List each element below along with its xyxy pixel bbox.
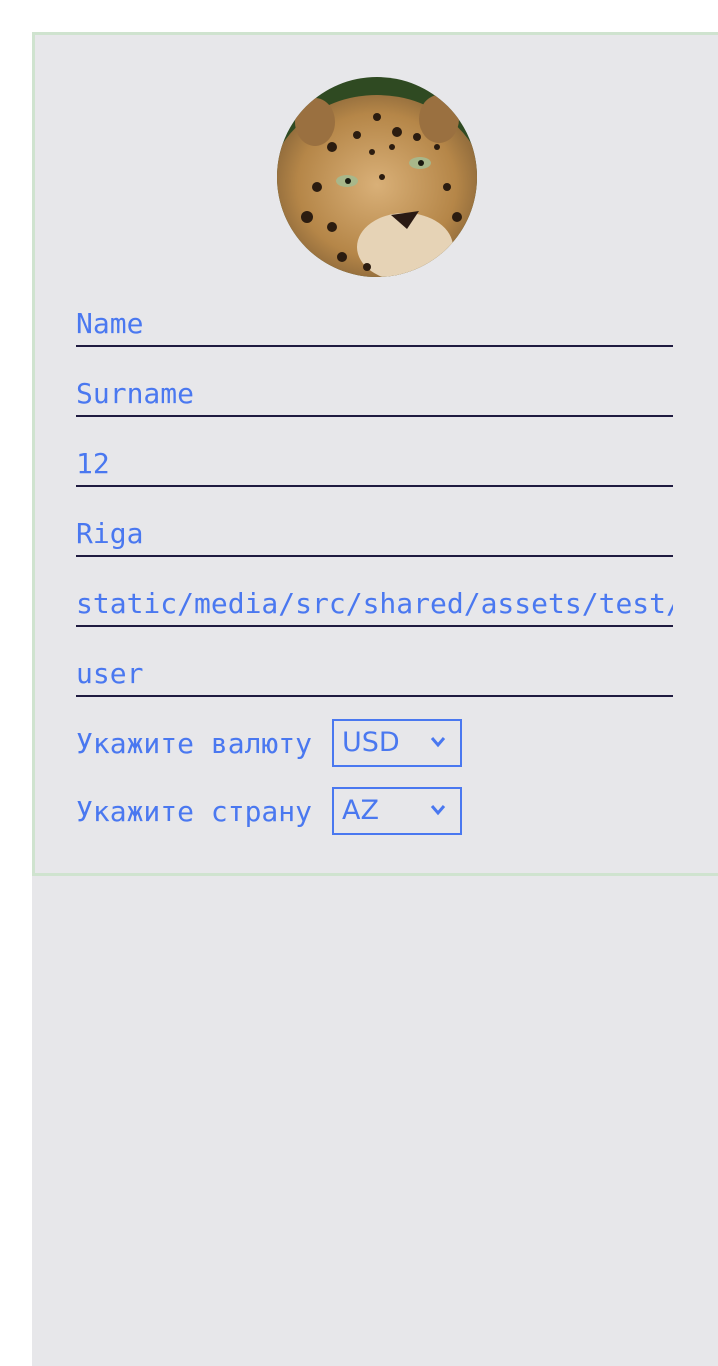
chevron-down-icon: [430, 737, 446, 748]
profile-card: Укажите валюту USD Укажите страну AZ: [32, 32, 718, 876]
age-field[interactable]: [76, 445, 673, 487]
name-field[interactable]: [76, 305, 673, 347]
country-select[interactable]: AZ: [332, 787, 462, 835]
country-selected-value: AZ: [342, 795, 379, 826]
username-input[interactable]: [76, 657, 673, 691]
chevron-down-icon: [430, 805, 446, 816]
name-input[interactable]: [76, 307, 673, 341]
city-field[interactable]: [76, 515, 673, 557]
avatar: [277, 77, 477, 277]
age-input[interactable]: [76, 447, 673, 481]
currency-label: Укажите валюту: [76, 726, 313, 760]
currency-select[interactable]: USD: [332, 719, 462, 767]
username-field[interactable]: [76, 655, 673, 697]
city-input[interactable]: [76, 517, 673, 551]
surname-input[interactable]: [76, 377, 673, 411]
currency-row: Укажите валюту USD: [76, 719, 462, 767]
surname-field[interactable]: [76, 375, 673, 417]
avatar-path-input[interactable]: [76, 587, 673, 621]
page-background: Укажите валюту USD Укажите страну AZ: [32, 32, 718, 1366]
avatar-path-field[interactable]: [76, 585, 673, 627]
country-label: Укажите страну: [76, 794, 313, 828]
leopard-avatar-image: [277, 77, 477, 277]
country-row: Укажите страну AZ: [76, 787, 462, 835]
currency-selected-value: USD: [342, 727, 400, 758]
